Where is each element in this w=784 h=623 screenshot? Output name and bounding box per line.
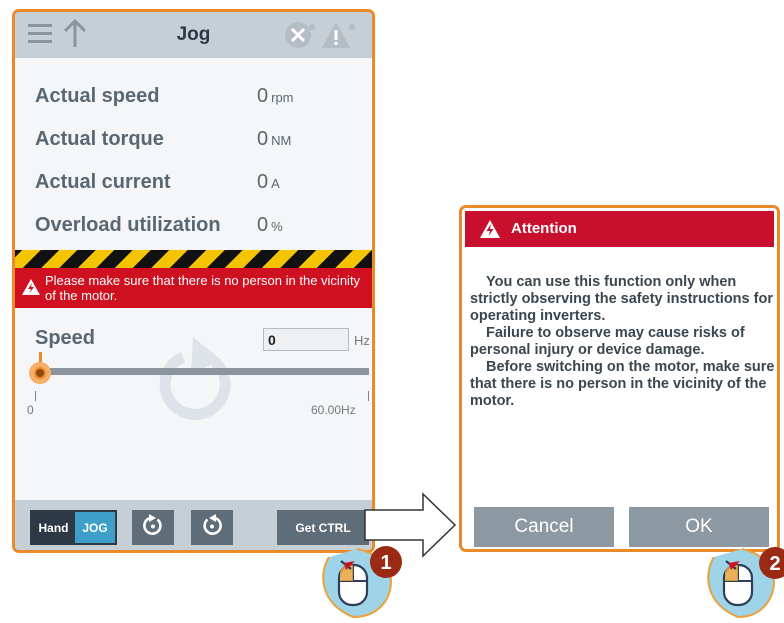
readout-unit: rpm	[271, 90, 294, 105]
speed-slider-track[interactable]	[35, 368, 369, 375]
readout-overload-utilization: Overload utilization 0%	[35, 211, 365, 254]
warning-icon	[21, 278, 41, 299]
readout-value: 0%	[257, 214, 283, 236]
alarm-icon[interactable]	[321, 20, 355, 55]
step-2-badge: 2	[757, 545, 784, 586]
flow-arrow-icon	[363, 492, 459, 563]
readout-label: Actual speed	[35, 85, 160, 107]
dialog-paragraph: Before switching on the motor, make sure…	[470, 359, 775, 409]
rotate-ccw-button[interactable]	[191, 510, 233, 545]
scale-max-label: 60.00Hz	[311, 403, 356, 417]
readout-unit: A	[271, 176, 280, 191]
readout-value: 0A	[257, 171, 280, 193]
scale-min-label: 0	[27, 403, 34, 417]
scale-tick-min	[35, 391, 36, 401]
warning-icon	[479, 219, 501, 243]
jog-rotate-icon	[153, 332, 243, 432]
page-title: Jog	[176, 24, 211, 45]
dialog-paragraph: Failure to observe may cause risks of pe…	[470, 325, 745, 358]
rotate-cw-button[interactable]	[132, 510, 174, 545]
readout-list: Actual speed 0 rpm Actual torque 0 NM Actu…	[35, 82, 365, 254]
readout-unit: NM	[271, 133, 292, 148]
dialog-header: Attention	[465, 211, 774, 247]
hand-jog-toggle[interactable]: Hand JOG	[30, 510, 117, 545]
jog-mode-label[interactable]: JOG	[75, 512, 115, 543]
rotate-ccw-icon	[200, 513, 224, 542]
readout-actual-current: Actual current 0A	[35, 168, 365, 211]
speed-slider-handle[interactable]	[29, 362, 51, 384]
attention-dialog: Attention You can use this function only…	[459, 205, 780, 552]
hazard-stripe	[15, 250, 372, 268]
dialog-message: You can use this function only when stri…	[470, 274, 776, 410]
readout-unit: %	[271, 219, 283, 234]
readout-label: Overload utilization	[35, 214, 221, 236]
scale-tick-max	[368, 391, 369, 401]
speed-unit: Hz	[354, 333, 370, 348]
readout-actual-torque: Actual torque 0 NM	[35, 125, 365, 168]
cancel-button[interactable]: Cancel	[474, 507, 614, 547]
safety-warning-banner: Please make sure that there is no person…	[15, 268, 372, 308]
hand-mode-label[interactable]: Hand	[32, 512, 75, 543]
dialog-paragraph: You can use this function only when stri…	[470, 274, 773, 324]
dialog-title: Attention	[511, 220, 577, 237]
speed-label: Speed	[35, 327, 96, 349]
rotate-cw-icon	[141, 513, 165, 542]
jog-screen: Jog Actual speed 0 rpm Actual torque 0 NM	[12, 9, 375, 553]
readout-actual-speed: Actual speed 0 rpm	[35, 82, 365, 125]
top-bar: Jog	[15, 12, 372, 58]
fault-icon[interactable]	[283, 20, 317, 55]
warning-text: Please make sure that there is no person…	[45, 273, 361, 303]
step-2-number: 2	[769, 553, 780, 575]
readout-label: Actual torque	[35, 128, 164, 150]
readout-value: 0 NM	[257, 128, 292, 150]
speed-input[interactable]	[263, 328, 349, 351]
readout-label: Actual current	[35, 171, 171, 193]
readout-value: 0 rpm	[257, 85, 294, 107]
